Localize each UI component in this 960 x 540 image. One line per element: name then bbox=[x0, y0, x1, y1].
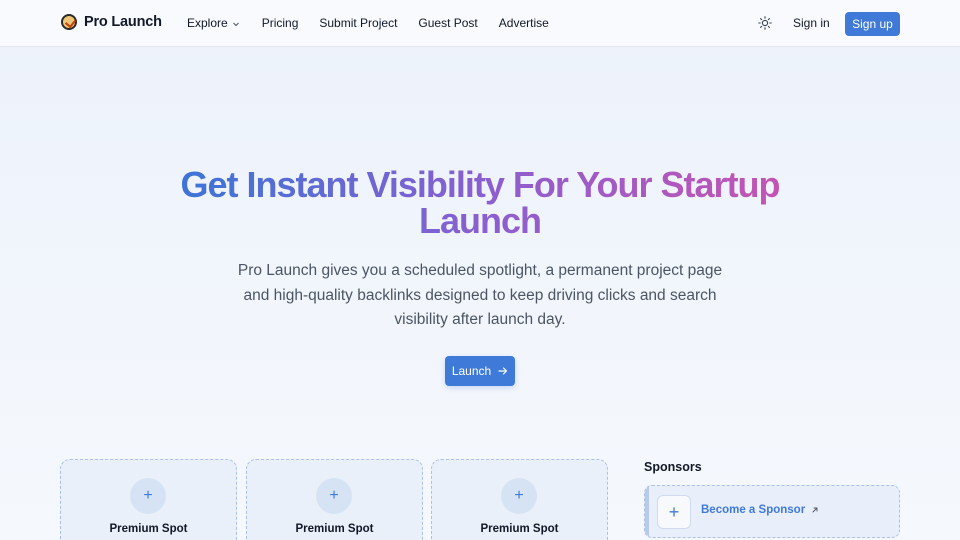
nav-pricing[interactable]: Pricing bbox=[262, 16, 299, 30]
theme-toggle-button[interactable] bbox=[757, 15, 773, 31]
plus-icon: + bbox=[316, 478, 352, 514]
plus-icon: + bbox=[657, 495, 691, 529]
plus-icon: + bbox=[501, 478, 537, 514]
premium-spot-2[interactable]: + Premium Spot bbox=[246, 459, 423, 540]
premium-spot-1[interactable]: + Premium Spot bbox=[60, 459, 237, 540]
nav-guest-post[interactable]: Guest Post bbox=[418, 16, 477, 30]
launch-button[interactable]: Launch bbox=[445, 356, 515, 386]
hero-title: Get Instant Visibility For Your Startup … bbox=[0, 167, 960, 239]
premium-spot-label: Premium Spot bbox=[295, 523, 374, 535]
plus-icon: + bbox=[130, 478, 166, 514]
brand-name: Pro Launch bbox=[84, 14, 162, 30]
chevron-down-icon bbox=[232, 22, 239, 27]
external-link-icon bbox=[812, 507, 818, 513]
premium-spot-label: Premium Spot bbox=[480, 523, 559, 535]
hero-title-line-1: Get Instant Visibility For Your Startup bbox=[180, 164, 780, 205]
logo-icon bbox=[61, 14, 77, 30]
premium-spot-label: Premium Spot bbox=[109, 523, 188, 535]
nav-explore[interactable]: Explore bbox=[187, 16, 240, 30]
hero-title-line-2: Launch bbox=[418, 200, 541, 241]
hero-subtitle: Pro Launch gives you a scheduled spotlig… bbox=[237, 262, 723, 328]
become-sponsor-card[interactable]: + Become a Sponsor bbox=[644, 485, 900, 538]
launch-button-label: Launch bbox=[451, 364, 492, 378]
sponsors-heading: Sponsors bbox=[644, 460, 702, 474]
main-nav: Explore Pricing Submit Project Guest Pos… bbox=[187, 16, 549, 30]
sign-up-button[interactable]: Sign up bbox=[845, 12, 900, 36]
arrow-right-icon bbox=[498, 367, 508, 375]
nav-advertise[interactable]: Advertise bbox=[499, 16, 549, 30]
brand-logo[interactable]: Pro Launch bbox=[61, 14, 162, 30]
nav-submit-project[interactable]: Submit Project bbox=[319, 16, 397, 30]
premium-spot-3[interactable]: + Premium Spot bbox=[431, 459, 608, 540]
site-header: Pro Launch Explore Pricing Submit Projec… bbox=[0, 0, 960, 47]
nav-explore-label: Explore bbox=[187, 16, 228, 30]
sign-in-link[interactable]: Sign in bbox=[793, 16, 830, 30]
sun-icon bbox=[758, 16, 772, 30]
become-sponsor-link[interactable]: Become a Sponsor bbox=[701, 504, 819, 516]
become-sponsor-label: Become a Sponsor bbox=[701, 504, 806, 516]
